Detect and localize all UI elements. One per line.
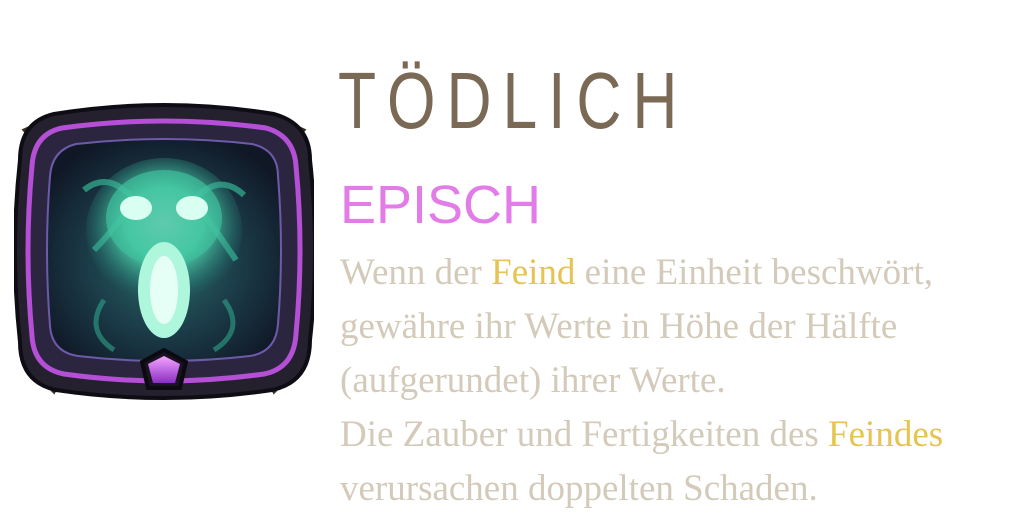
ghost-skull-emblem-icon [13,103,317,400]
keyword-enemy: Feind [491,252,576,293]
description-line-4: Die Zauber und Fertigkeiten des Feindes [340,414,944,455]
description-line-5: verursachen doppelten Schaden. [340,468,818,509]
keyword-enemies: Feindes [828,414,944,455]
mutator-description: Wenn der Feind eine Einheit beschwört, g… [340,246,1020,516]
rarity-label: EPISCH [340,175,542,235]
description-line-1: Wenn der Feind eine Einheit beschwört, [340,252,933,293]
description-line-2: gewähre ihr Werte in Höhe der Hälfte [340,306,898,347]
mutator-emblem [13,100,317,410]
mutator-title: TÖDLICH [338,56,689,145]
description-line-3: (aufgerundet) ihrer Werte. [340,360,726,401]
